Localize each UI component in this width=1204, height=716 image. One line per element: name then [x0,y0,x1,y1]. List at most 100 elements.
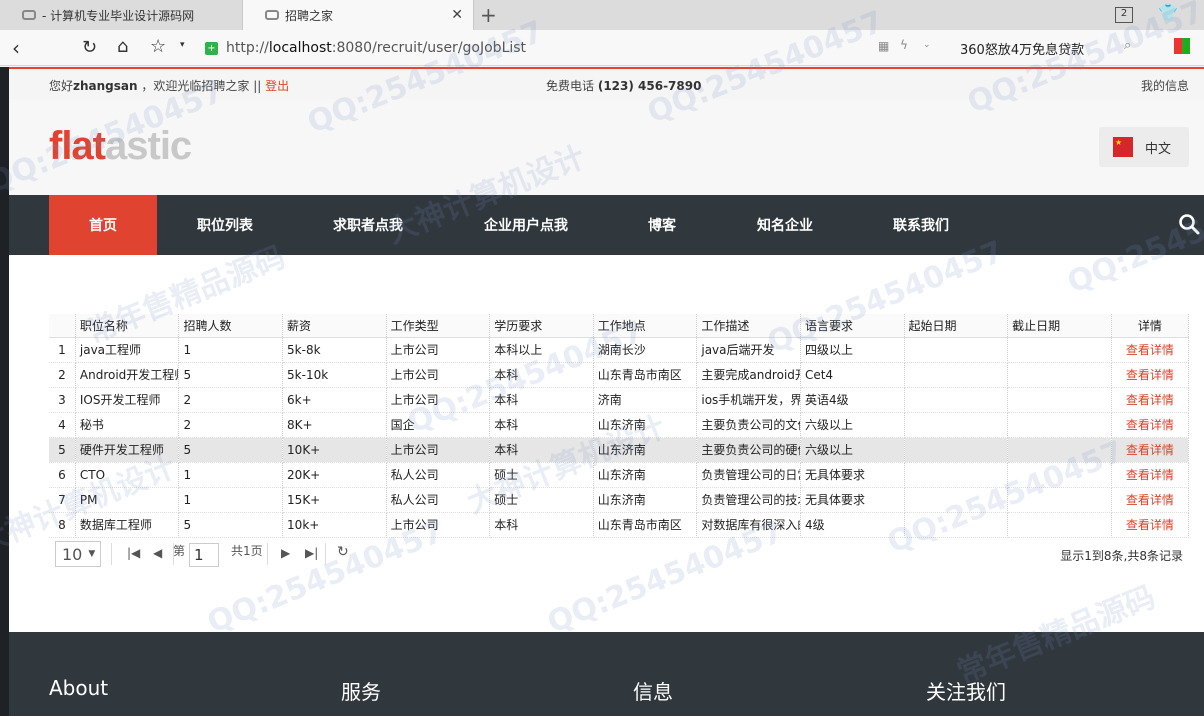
nav-enterprise[interactable]: 企业用户点我 [484,195,568,255]
back-icon[interactable]: ‹ [12,36,20,60]
chevron-down-icon[interactable]: ⌄ [923,40,931,50]
table-cell: 1 [178,487,284,513]
last-page-icon[interactable]: ▶| [305,546,318,560]
search-suggestion[interactable]: 360怒放4万免息贷款 [960,39,1084,58]
job-list-section: 职位名称 招聘人数 薪资 工作类型 学历要求 工作地点 工作描述 语言要求 起始日期 截止日期 详情… [9,255,1204,632]
table-cell: 上市公司 [386,362,491,388]
language-switcher[interactable]: 中文 [1099,127,1189,167]
column-header: 工作地点 [593,314,698,338]
tab-count-badge[interactable]: 2 [1115,7,1133,23]
site-header: flatastic 中文 [9,99,1204,195]
grid-icon[interactable]: ▦ [878,39,889,53]
divider [325,543,326,565]
refresh-icon[interactable]: ↻ [337,544,349,560]
table-cell: 2 [178,412,284,438]
extensions-icon[interactable] [1174,38,1190,54]
table-cell: 六级以上 [800,437,905,463]
url-input[interactable]: + http://localhost:8080/recruit/user/goJ… [205,35,940,61]
first-page-icon[interactable]: |◀ [127,546,140,560]
nav-home[interactable]: 首页 [49,195,157,255]
table-row[interactable]: 4 秘书 2 8K+ 国企 本科 山东济南 主要负责公司的文件 六级以上 查看详情 [49,412,1190,438]
table-row[interactable]: 2 Android开发工程师 5 5k-10k 上市公司 本科 山东青岛市南区 主要完成and… [49,362,1190,388]
lightning-icon[interactable]: ϟ [900,38,908,52]
table-cell [904,362,1009,388]
table-cell: 1 [178,337,284,363]
prev-page-icon[interactable]: ◀ [153,546,162,560]
table-cell [904,387,1009,413]
column-header: 起始日期 [904,314,1009,338]
view-detail-link[interactable]: 查看详情 [1126,368,1174,382]
view-detail-link[interactable]: 查看详情 [1126,343,1174,357]
view-detail-link[interactable]: 查看详情 [1126,418,1174,432]
table-cell: 山东济南 [593,462,698,488]
search-icon[interactable]: ⌕ [1124,38,1131,53]
view-detail-link[interactable]: 查看详情 [1126,443,1174,457]
view-detail-link[interactable]: 查看详情 [1126,493,1174,507]
view-detail-link[interactable]: 查看详情 [1126,468,1174,482]
table-cell: 国企 [386,412,491,438]
tab-title: - 计算机专业毕业设计源码网 [42,8,195,23]
footer-info-heading: 信息 [633,680,673,704]
search-icon[interactable] [1178,213,1200,235]
table-cell: 5k-8k [282,337,387,363]
table-cell: 山东济南 [593,437,698,463]
page-size-select[interactable]: 10 ▼ [55,541,101,567]
nav-job-list[interactable]: 职位列表 [197,195,253,255]
nav-contact[interactable]: 联系我们 [893,195,949,255]
divider [111,543,112,565]
nav-blog[interactable]: 博客 [648,195,676,255]
table-row[interactable]: 7 PM 1 15K+ 私人公司 硕士 山东济南 负责管理公司的技术 无具体要求 查看详情 [49,487,1190,513]
table-cell: 私人公司 [386,487,491,513]
home-icon[interactable]: ⌂ [117,36,128,57]
chevron-down-icon[interactable]: ▾ [180,40,185,50]
table-cell: ios手机端开发，界面 [696,387,801,413]
column-header: 截止日期 [1007,314,1112,338]
nav-seeker[interactable]: 求职者点我 [333,195,403,255]
table-row[interactable]: 6 CTO 1 20K+ 私人公司 硕士 山东济南 负责管理公司的日常 无具体要求 查看详情 [49,462,1190,488]
reload-icon[interactable]: ↻ [82,37,97,58]
table-row[interactable]: 3IOS开发工程师26k+上市公司本科济南ios手机端开发，界面英语4级 查看详情 [49,387,1190,413]
page-favicon-icon [22,10,36,20]
table-cell [904,487,1009,513]
table-cell: 本科 [489,412,594,438]
divider [267,543,268,565]
my-info-link[interactable]: 我的信息 [1141,77,1189,94]
table-cell: IOS开发工程师 [75,387,180,413]
table-row[interactable]: 5 硬件开发工程师 5 10K+ 上市公司 本科 山东济南 主要负责公司的硬件 六级以上 查看详情 [49,437,1190,463]
username: zhangsan [73,79,138,93]
table-cell [1007,412,1112,438]
detail-cell: 查看详情 [1111,387,1190,413]
page-number-input[interactable]: 1 [189,543,219,567]
table-cell: 4级 [800,512,905,538]
table-cell: 5 [178,437,284,463]
browser-tab-recruit[interactable]: 招聘之家 ✕ [242,0,474,30]
table-cell: 六级以上 [800,412,905,438]
logout-link[interactable]: 登出 [265,79,289,93]
view-detail-link[interactable]: 查看详情 [1126,518,1174,532]
table-cell: 负责管理公司的技术 [696,487,801,513]
web-page: 您好zhangsan ，欢迎光临招聘之家 || 登出 免费电话 (123) 45… [9,67,1204,716]
page-size-value: 10 [62,544,83,564]
skin-icon[interactable]: 👕 [1158,3,1178,22]
site-logo[interactable]: flatastic [49,124,192,169]
footer-follow-heading: 关注我们 [926,680,1006,704]
table-cell: 无具体要求 [800,487,905,513]
table-row[interactable]: 1 java工程师 1 5k-8k 上市公司 本科以上 湖南长沙 java后端开发 四级以上 查看… [49,337,1190,363]
table-row[interactable]: 8 数据库工程师 5 10k+ 上市公司 本科 山东青岛市南区 对数据库有很深入的 4级 查看详情 [49,512,1190,538]
new-tab-button[interactable]: + [480,3,497,27]
close-tab-icon[interactable]: ✕ [451,7,463,23]
table-cell: 本科以上 [489,337,594,363]
view-detail-link[interactable]: 查看详情 [1126,393,1174,407]
table-cell [1007,437,1112,463]
table-cell: 硕士 [489,487,594,513]
bookmark-star-icon[interactable]: ☆ [150,36,166,57]
row-number: 8 [49,512,76,538]
table-cell: java工程师 [75,337,180,363]
shield-icon: + [205,41,218,55]
table-cell: 英语4级 [800,387,905,413]
browser-tab-source[interactable]: - 计算机专业毕业设计源码网 [0,0,242,30]
next-page-icon[interactable]: ▶ [281,546,290,560]
table-cell [904,412,1009,438]
nav-companies[interactable]: 知名企业 [757,195,813,255]
logo-part-b: astic [105,124,192,168]
